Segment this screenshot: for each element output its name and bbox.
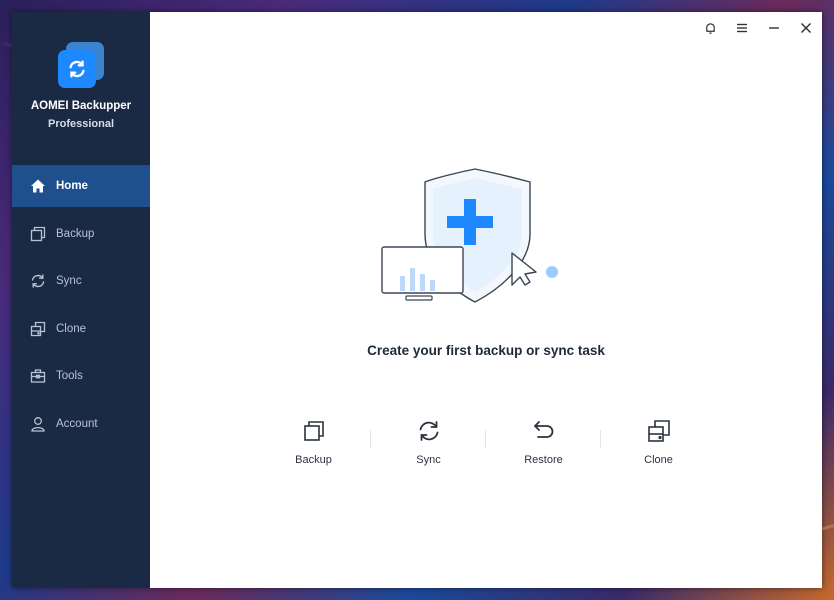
sidebar-item-label: Clone (56, 322, 87, 335)
action-label: Clone (644, 454, 673, 466)
app-edition: Professional (47, 118, 115, 130)
sidebar-item-label: Sync (56, 275, 82, 287)
clone-icon (30, 321, 46, 337)
action-label: Sync (416, 454, 441, 466)
sidebar-item-label: Home (56, 180, 88, 192)
bell-icon[interactable] (694, 12, 726, 44)
action-restore-button[interactable]: Restore (486, 418, 601, 478)
home-icon (30, 178, 46, 194)
restore-icon (531, 418, 557, 444)
user-icon (30, 416, 46, 432)
app-name: AOMEI Backupper (30, 100, 132, 112)
page-headline: Create your first backup or sync task (367, 343, 605, 358)
sidebar: AOMEI Backupper Professional Home Backup… (12, 12, 150, 588)
action-backup-button[interactable]: Backup (256, 418, 371, 478)
hero-illustration (380, 164, 570, 304)
action-label: Backup (295, 454, 332, 466)
toolbox-icon (30, 368, 46, 384)
sidebar-item-label: Backup (56, 227, 95, 240)
sidebar-item-label: Account (56, 417, 98, 430)
clone-icon (646, 418, 672, 444)
sidebar-item-sync[interactable]: Sync (12, 260, 150, 302)
sidebar-item-backup[interactable]: Backup (12, 213, 150, 255)
action-label: Restore (524, 454, 563, 466)
sidebar-item-account[interactable]: Account (12, 403, 150, 445)
app-window: AOMEI Backupper Professional Home Backup… (12, 12, 822, 588)
brand: AOMEI Backupper Professional (12, 12, 150, 165)
titlebar (694, 12, 822, 44)
main-panel: Create your first backup or sync task Ba… (150, 12, 822, 588)
sidebar-item-home[interactable]: Home (12, 165, 150, 207)
minimize-icon[interactable] (758, 12, 790, 44)
quick-actions: Backup Sync Restore Clone (256, 418, 716, 478)
sidebar-item-tools[interactable]: Tools (12, 355, 150, 397)
backup-icon (301, 418, 327, 444)
action-clone-button[interactable]: Clone (601, 418, 716, 478)
sync-logo-icon (58, 42, 104, 88)
sidebar-item-label: Tools (56, 370, 83, 382)
menu-icon[interactable] (726, 12, 758, 44)
action-sync-button[interactable]: Sync (371, 418, 486, 478)
sidebar-item-clone[interactable]: Clone (12, 308, 150, 350)
sync-icon (416, 418, 442, 444)
sync-icon (30, 273, 46, 289)
backup-icon (30, 226, 46, 242)
close-icon[interactable] (790, 12, 822, 44)
